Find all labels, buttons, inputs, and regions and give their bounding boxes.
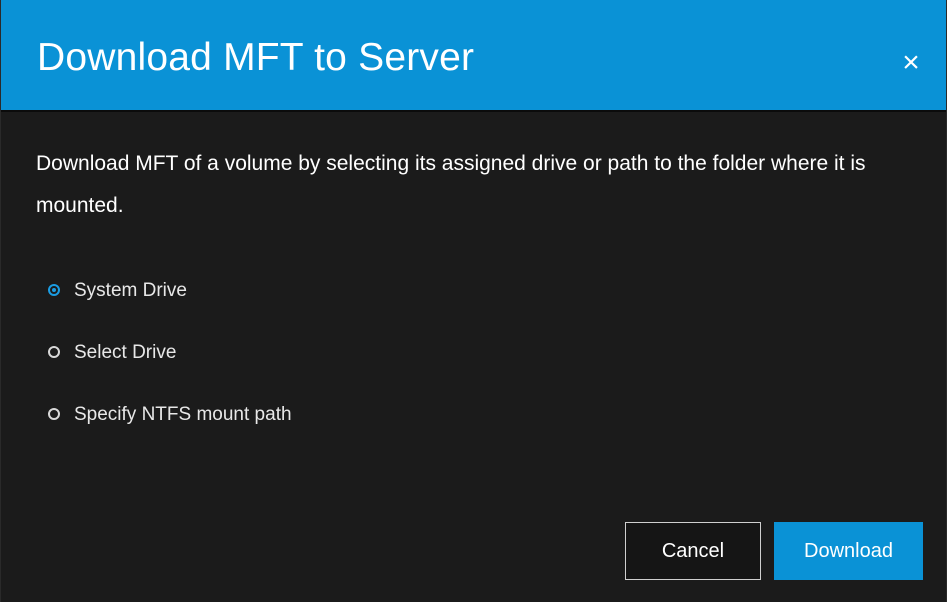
- dialog-description: Download MFT of a volume by selecting it…: [36, 152, 866, 217]
- option-label-select-drive: Select Drive: [74, 341, 177, 363]
- option-system-drive[interactable]: System Drive: [48, 276, 292, 304]
- close-button[interactable]: ×: [896, 48, 926, 78]
- dialog-footer-buttons: Cancel Download: [625, 522, 923, 580]
- cancel-button[interactable]: Cancel: [625, 522, 761, 580]
- close-icon: ×: [902, 46, 920, 79]
- radio-checked-icon[interactable]: [48, 284, 60, 296]
- radio-unchecked-icon[interactable]: [48, 408, 60, 420]
- download-button[interactable]: Download: [774, 522, 923, 580]
- option-ntfs-mount-path[interactable]: Specify NTFS mount path: [48, 400, 292, 428]
- radio-unchecked-icon[interactable]: [48, 346, 60, 358]
- option-select-drive[interactable]: Select Drive: [48, 338, 292, 366]
- dialog-title: Download MFT to Server: [37, 36, 475, 79]
- download-mft-dialog: Download MFT to Server × Download MFT of…: [0, 0, 947, 602]
- option-label-ntfs-mount-path: Specify NTFS mount path: [74, 403, 292, 425]
- drive-options-radio-group: System Drive Select Drive Specify NTFS m…: [48, 276, 292, 462]
- option-label-system-drive: System Drive: [74, 279, 187, 301]
- dialog-header: Download MFT to Server ×: [1, 0, 946, 112]
